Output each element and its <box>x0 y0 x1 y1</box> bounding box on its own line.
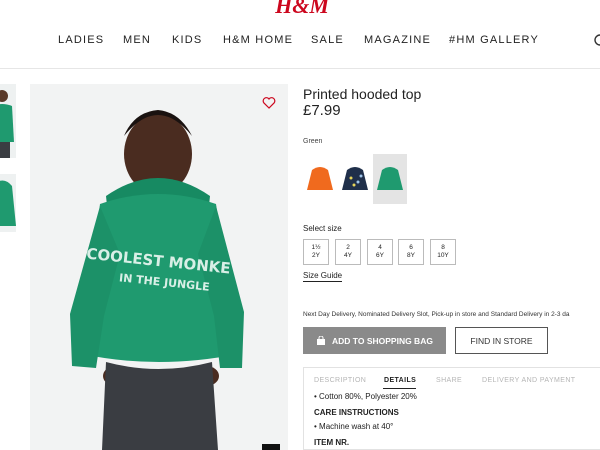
size-option-4y[interactable]: 2 4Y <box>335 239 361 265</box>
size-option-years: 2Y <box>312 252 320 259</box>
product-title: Printed hooded top <box>303 86 422 102</box>
dark-hoodie-thumbnail <box>342 167 368 190</box>
header-divider <box>0 68 600 69</box>
size-option-age: 1½ <box>311 244 321 251</box>
size-option-age: 8 <box>441 244 445 251</box>
select-size-label: Select size <box>303 224 342 233</box>
size-option-age: 4 <box>378 244 382 251</box>
size-option-age: 6 <box>409 244 413 251</box>
swatch-orange[interactable] <box>303 154 337 204</box>
hm-logo[interactable]: H&M <box>272 0 332 18</box>
size-guide-link[interactable]: Size Guide <box>303 271 343 282</box>
size-option-2y[interactable]: 1½ 2Y <box>303 239 329 265</box>
search-icon[interactable] <box>592 30 600 50</box>
size-option-years: 6Y <box>376 252 384 259</box>
thumbnail-1[interactable] <box>0 84 16 158</box>
nav-item-hm-gallery[interactable]: #HM GALLERY <box>449 34 539 46</box>
tab-share[interactable]: SHARE <box>436 377 462 384</box>
care-item-text: Machine wash at 40° <box>319 422 394 431</box>
nav-item-men[interactable]: MEN <box>123 34 151 46</box>
product-photo: COOLEST MONKE IN THE JUNGLE <box>70 110 244 450</box>
material-row: • Cotton 80%, Polyester 20% <box>314 392 417 401</box>
size-option-age: 2 <box>346 244 350 251</box>
add-to-bag-label: ADD TO SHOPPING BAG <box>332 335 433 346</box>
size-option-8y[interactable]: 6 8Y <box>398 239 424 265</box>
size-option-6y[interactable]: 4 6Y <box>367 239 393 265</box>
product-image: COOLEST MONKE IN THE JUNGLE <box>30 84 288 450</box>
delivery-info: Next Day Delivery, Nominated Delivery Sl… <box>303 311 570 318</box>
thumbnail-2[interactable] <box>0 174 16 232</box>
shopping-bag-icon <box>317 336 326 345</box>
size-option-years: 10Y <box>437 252 449 259</box>
green-hoodie-thumbnail <box>377 167 403 190</box>
product-price: £7.99 <box>303 102 341 119</box>
size-option-years: 4Y <box>344 252 352 259</box>
nav-item-hm-home[interactable]: H&M HOME <box>223 34 293 46</box>
find-in-store-label: FIND IN STORE <box>470 335 533 346</box>
tab-delivery-and-payment[interactable]: DELIVERY AND PAYMENT <box>482 377 575 384</box>
thumbnail-2-image <box>0 180 16 226</box>
tab-description[interactable]: DESCRIPTION <box>314 377 366 384</box>
size-option-years: 8Y <box>407 252 415 259</box>
orange-hoodie-thumbnail <box>307 167 333 190</box>
main-nav: LADIES MEN KIDS H&M HOME SALE MAGAZINE #… <box>0 34 600 50</box>
nav-item-sale[interactable]: SALE <box>311 34 344 46</box>
material-text: Cotton 80%, Polyester 20% <box>319 392 417 401</box>
swatch-green-selected[interactable] <box>373 154 407 204</box>
swatch-dark[interactable] <box>338 154 372 204</box>
size-option-10y[interactable]: 8 10Y <box>430 239 456 265</box>
nav-item-ladies[interactable]: LADIES <box>58 34 104 46</box>
tab-details[interactable]: DETAILS <box>384 377 416 384</box>
care-instructions-heading: CARE INSTRUCTIONS <box>314 408 399 417</box>
item-number-heading: ITEM NR. <box>314 438 350 447</box>
selected-color-label: Green <box>303 138 323 145</box>
active-tab-indicator <box>383 388 416 389</box>
nav-item-magazine[interactable]: MAGAZINE <box>364 34 431 46</box>
find-in-store-button[interactable]: FIND IN STORE <box>455 327 548 354</box>
thumbnail-1-image <box>0 90 14 158</box>
heart-icon[interactable] <box>262 96 276 110</box>
image-overlay-corner <box>262 444 280 450</box>
add-to-bag-button[interactable]: ADD TO SHOPPING BAG <box>303 327 446 354</box>
nav-item-kids[interactable]: KIDS <box>172 34 202 46</box>
care-item-row: • Machine wash at 40° <box>314 422 393 431</box>
